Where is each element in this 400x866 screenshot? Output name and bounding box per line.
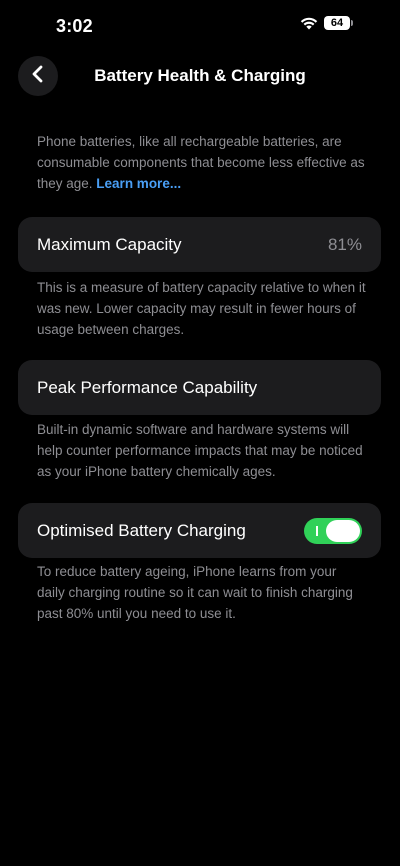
- intro-text: Phone batteries, like all rechargeable b…: [37, 131, 367, 194]
- maximum-capacity-row: Maximum Capacity 81%: [18, 217, 381, 272]
- toggle-on-indicator: [316, 525, 318, 536]
- optimised-charging-toggle[interactable]: [304, 517, 362, 544]
- nav-bar: Battery Health & Charging: [0, 56, 400, 96]
- maximum-capacity-label: Maximum Capacity: [37, 234, 182, 254]
- maximum-capacity-value: 81%: [327, 234, 362, 254]
- page-title: Battery Health & Charging: [94, 66, 306, 85]
- optimised-charging-label: Optimised Battery Charging: [37, 520, 246, 540]
- peak-performance-description: Built-in dynamic software and hardware s…: [37, 422, 363, 479]
- peak-performance-label: Peak Performance Capability: [37, 377, 258, 397]
- optimised-charging-row: Optimised Battery Charging: [18, 503, 381, 558]
- status-time: 3:02: [56, 16, 93, 36]
- maximum-capacity-description: This is a measure of battery capacity re…: [37, 280, 366, 337]
- optimised-charging-description: To reduce battery ageing, iPhone learns …: [37, 564, 353, 621]
- peak-performance-row[interactable]: Peak Performance Capability: [18, 360, 381, 415]
- status-icons: 64: [300, 16, 353, 30]
- toggle-knob[interactable]: [326, 519, 360, 542]
- intro-body: Phone batteries, like all rechargeable b…: [37, 134, 365, 191]
- wifi-icon: [300, 17, 318, 30]
- status-bar: 3:02 64: [0, 0, 400, 52]
- learn-more-link[interactable]: Learn more...: [96, 176, 181, 191]
- battery-icon: 64: [324, 16, 353, 30]
- battery-level: 64: [330, 17, 344, 29]
